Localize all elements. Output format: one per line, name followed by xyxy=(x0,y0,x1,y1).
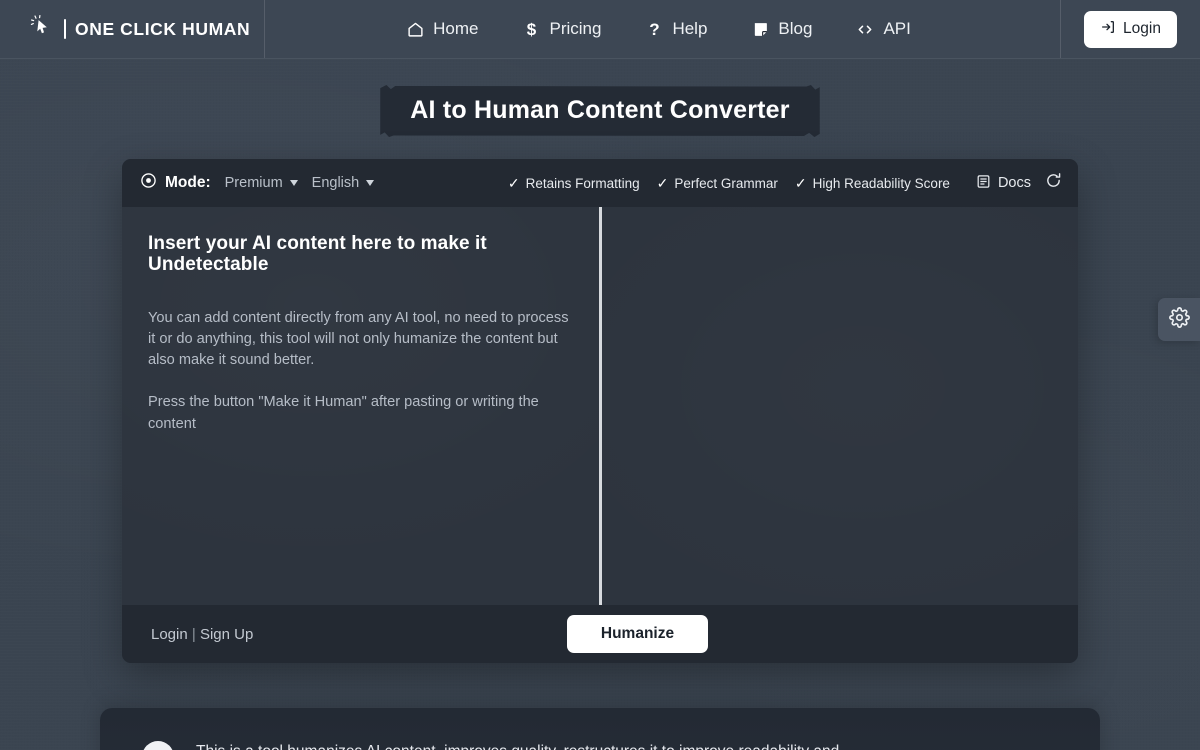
converter-footer: Login | Sign Up Humanize xyxy=(122,605,1078,663)
mode-dropdown[interactable]: Premium xyxy=(225,175,298,191)
docs-button[interactable]: Docs xyxy=(976,174,1031,193)
feature-badge-high-readability-score: ✓ High Readability Score xyxy=(795,176,950,191)
nav-item-home-label: Home xyxy=(433,19,479,38)
mode-label-group: Mode: xyxy=(140,172,211,194)
nav-item-pricing-label: Pricing xyxy=(549,19,602,38)
footer-auth-links[interactable]: Login | Sign Up xyxy=(151,626,253,643)
check-icon: ✓ xyxy=(507,175,520,191)
home-icon xyxy=(406,20,424,38)
top-navigation-bar: ONE CLICK HUMAN Home $ Pricing ? Help Bl… xyxy=(0,0,1200,59)
settings-tab-button[interactable] xyxy=(1158,298,1200,341)
nav-item-blog-label: Blog xyxy=(778,19,813,38)
question-mark-icon: ? xyxy=(649,19,660,39)
pane-divider[interactable] xyxy=(599,207,602,605)
check-icon: ✓ xyxy=(794,175,807,191)
login-arrow-icon xyxy=(1100,19,1116,40)
nav-right-section: Login xyxy=(1060,0,1200,58)
refresh-button[interactable] xyxy=(1045,172,1062,194)
converter-toolbar: Mode: Premium English ✓ Retains Formatti… xyxy=(122,159,1078,207)
footer-separator: | xyxy=(191,625,196,643)
refresh-icon xyxy=(1045,172,1062,194)
feature-badge-retains-formatting: ✓ Retains Formatting xyxy=(508,176,640,191)
humanize-button[interactable]: Humanize xyxy=(567,615,708,653)
feature-badges: ✓ Retains Formatting ✓ Perfect Grammar ✓… xyxy=(508,176,950,191)
record-circle-icon xyxy=(140,172,157,194)
converter-body: Insert your AI content here to make it U… xyxy=(122,207,1078,605)
language-dropdown[interactable]: English xyxy=(312,175,375,191)
chevron-down-icon xyxy=(366,180,375,186)
input-textarea[interactable]: Insert your AI content here to make it U… xyxy=(122,207,599,605)
brand-name: ONE CLICK HUMAN xyxy=(75,18,251,39)
document-icon xyxy=(976,174,991,193)
converter-card: Mode: Premium English ✓ Retains Formatti… xyxy=(122,159,1078,663)
dollar-icon: $ xyxy=(526,19,537,39)
brand-divider xyxy=(64,19,66,39)
footer-login-link[interactable]: Login xyxy=(151,626,188,643)
nav-item-help[interactable]: ? Help xyxy=(623,13,729,45)
chevron-down-icon xyxy=(289,180,298,186)
nav-item-help-label: Help xyxy=(672,19,708,38)
mode-label: Mode: xyxy=(165,174,211,191)
input-placeholder-paragraph-1: You can add content directly from any AI… xyxy=(148,309,569,369)
feature-badge-label: Perfect Grammar xyxy=(674,175,778,191)
note-icon xyxy=(751,20,769,38)
output-textarea[interactable] xyxy=(599,207,1078,605)
info-panel-text: This is a tool humanizes AI content, imp… xyxy=(196,740,839,750)
input-placeholder-title: Insert your AI content here to make it U… xyxy=(148,233,487,276)
hero-section: AI to Human Content Converter xyxy=(0,85,1200,137)
toolbar-actions: Docs xyxy=(976,172,1062,194)
avatar-icon xyxy=(142,741,174,750)
page-title: AI to Human Content Converter xyxy=(380,85,820,137)
nav-item-api[interactable]: API xyxy=(834,13,932,45)
check-icon: ✓ xyxy=(656,175,669,191)
footer-signup-link[interactable]: Sign Up xyxy=(200,626,253,643)
click-cursor-icon xyxy=(30,14,54,44)
nav-links: Home $ Pricing ? Help Blog API xyxy=(265,0,1060,58)
language-dropdown-value: English xyxy=(311,175,360,191)
gear-icon xyxy=(1168,306,1190,333)
nav-item-home[interactable]: Home xyxy=(384,13,500,45)
feature-badge-label: High Readability Score xyxy=(812,175,950,191)
input-placeholder-paragraph-2: Press the button "Make it Human" after p… xyxy=(148,394,539,432)
info-panel: This is a tool humanizes AI content, imp… xyxy=(100,708,1100,750)
docs-button-label: Docs xyxy=(997,175,1031,191)
nav-item-api-label: API xyxy=(883,19,911,38)
brand-logo[interactable]: ONE CLICK HUMAN xyxy=(0,0,265,58)
login-button-label: Login xyxy=(1123,20,1161,37)
feature-badge-perfect-grammar: ✓ Perfect Grammar xyxy=(657,176,778,191)
nav-item-blog[interactable]: Blog xyxy=(729,13,834,45)
feature-badge-label: Retains Formatting xyxy=(525,175,640,191)
code-brackets-icon xyxy=(856,20,874,38)
mode-dropdown-value: Premium xyxy=(224,175,283,191)
nav-item-pricing[interactable]: $ Pricing xyxy=(500,13,623,45)
page-root: ONE CLICK HUMAN Home $ Pricing ? Help Bl… xyxy=(0,0,1200,750)
login-button[interactable]: Login xyxy=(1084,10,1177,48)
